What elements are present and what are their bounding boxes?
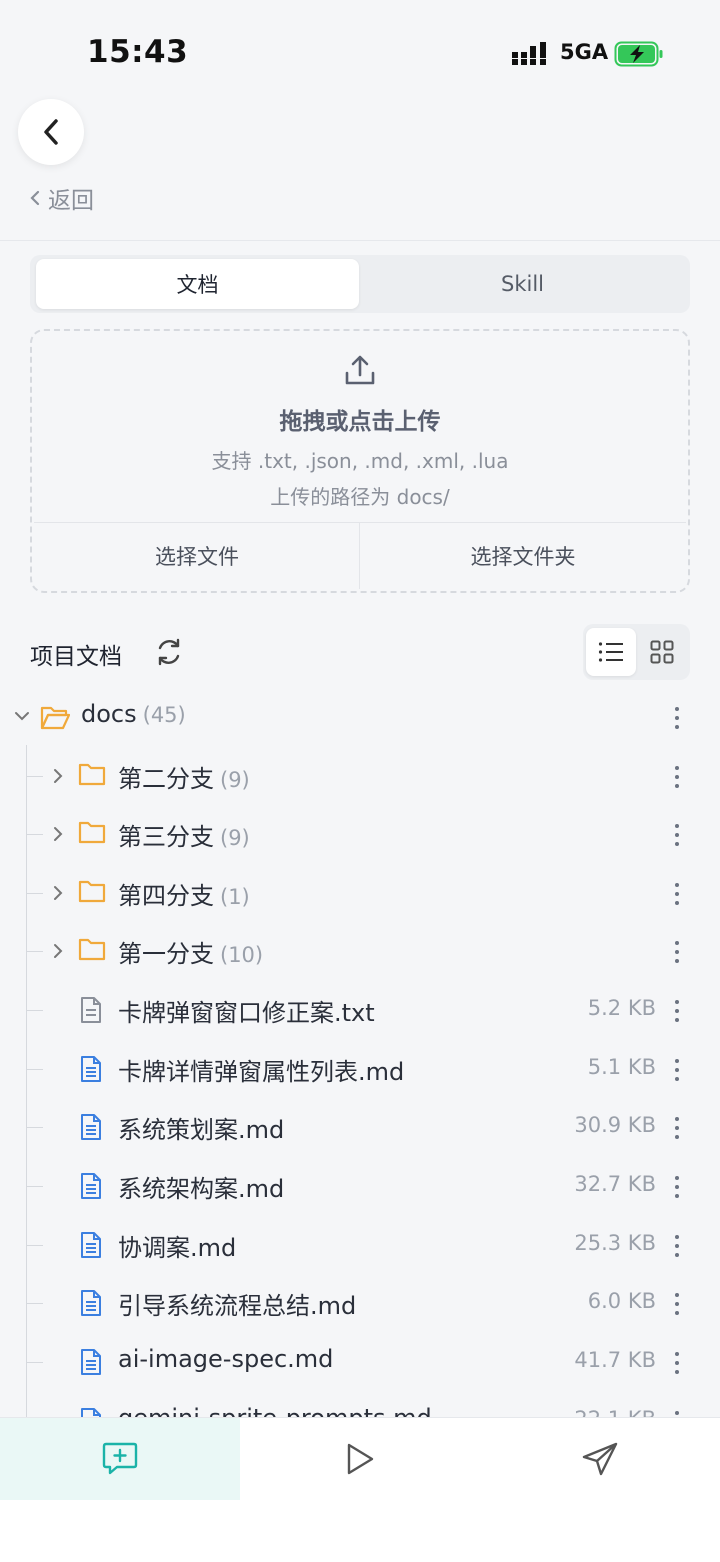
upload-icon bbox=[343, 353, 377, 391]
send-icon bbox=[582, 1442, 618, 1476]
more-options-icon[interactable] bbox=[669, 881, 685, 907]
more-options-icon[interactable] bbox=[669, 705, 685, 731]
folder-icon bbox=[78, 763, 106, 786]
tree-file-row[interactable]: 系统策划案.md 30.9 KB bbox=[0, 1098, 720, 1156]
more-options-icon[interactable] bbox=[669, 939, 685, 965]
folder-icon bbox=[78, 938, 106, 961]
tree-item-name: docs bbox=[81, 700, 137, 728]
tree-item-name: 卡牌弹窗窗口修正案.txt bbox=[118, 999, 375, 1027]
network-label: 5GA bbox=[560, 40, 609, 64]
tree-item-name: 第二分支 bbox=[118, 765, 214, 793]
grid-icon bbox=[650, 640, 674, 664]
chevron-right-icon bbox=[54, 944, 63, 958]
upload-supported-types: 支持 .txt, .json, .md, .xml, .lua bbox=[211, 449, 509, 473]
tree-file-row[interactable]: 卡牌弹窗窗口修正案.txt 5.2 KB bbox=[0, 981, 720, 1039]
refresh-icon[interactable] bbox=[154, 637, 184, 671]
new-chat-button[interactable] bbox=[0, 1418, 240, 1500]
chat-add-icon bbox=[102, 1442, 138, 1475]
upload-path: 上传的路径为 docs/ bbox=[270, 485, 450, 509]
chevron-down-icon bbox=[15, 712, 29, 721]
segmented-tabs: 文档 Skill bbox=[30, 255, 690, 313]
chevron-right-icon bbox=[54, 886, 63, 900]
tree-file-row[interactable]: 卡牌详情弹窗属性列表.md 5.1 KB bbox=[0, 1040, 720, 1098]
tree-item-name: 第三分支 bbox=[118, 823, 214, 851]
more-options-icon[interactable] bbox=[669, 1233, 685, 1259]
tree-item-name: 第一分支 bbox=[118, 940, 214, 968]
tree-item-name: 系统架构案.md bbox=[118, 1175, 285, 1203]
status-time: 15:43 bbox=[87, 34, 189, 70]
back-link-label: 返回 bbox=[48, 188, 94, 214]
tree-item-count: (45) bbox=[142, 703, 186, 727]
send-button[interactable] bbox=[480, 1418, 720, 1500]
tree-root-docs[interactable]: docs (45) bbox=[0, 688, 720, 746]
upload-title: 拖拽或点击上传 bbox=[279, 409, 441, 435]
folder-icon bbox=[78, 880, 106, 903]
file-size: 5.2 KB bbox=[587, 996, 656, 1020]
chevron-left-icon bbox=[44, 119, 58, 145]
tree-item-name: 第四分支 bbox=[118, 882, 214, 910]
back-button[interactable] bbox=[18, 99, 84, 165]
select-folder-button[interactable]: 选择文件夹 bbox=[360, 523, 686, 589]
chevron-left-icon bbox=[30, 190, 40, 206]
tree-item-name: ai-image-spec.md bbox=[118, 1345, 334, 1373]
file-size: 25.3 KB bbox=[574, 1231, 656, 1255]
markdown-file-icon bbox=[81, 1232, 101, 1258]
run-button[interactable] bbox=[240, 1418, 480, 1500]
more-options-icon[interactable] bbox=[669, 1057, 685, 1083]
tab-skill[interactable]: Skill bbox=[361, 259, 684, 309]
more-options-icon[interactable] bbox=[669, 764, 685, 790]
list-view-button[interactable] bbox=[586, 628, 636, 676]
select-file-button[interactable]: 选择文件 bbox=[34, 523, 360, 589]
tab-docs[interactable]: 文档 bbox=[36, 259, 359, 309]
markdown-file-icon bbox=[81, 1114, 101, 1140]
more-options-icon[interactable] bbox=[669, 998, 685, 1024]
chevron-right-icon bbox=[54, 827, 63, 841]
battery-icon bbox=[614, 41, 664, 71]
tree-item-count: (10) bbox=[220, 943, 264, 967]
play-icon bbox=[347, 1443, 374, 1475]
tree-folder-row[interactable]: 第四分支 (1) bbox=[0, 864, 720, 922]
markdown-file-icon bbox=[81, 1173, 101, 1199]
chevron-right-icon bbox=[54, 769, 63, 783]
tree-item-name: 系统策划案.md bbox=[118, 1116, 285, 1144]
file-size: 32.7 KB bbox=[574, 1172, 656, 1196]
more-options-icon[interactable] bbox=[669, 822, 685, 848]
tree-item-name: 卡牌详情弹窗属性列表.md bbox=[118, 1058, 405, 1086]
tree-folder-row[interactable]: 第二分支 (9) bbox=[0, 747, 720, 805]
tree-item-count: (9) bbox=[220, 826, 250, 850]
tree-folder-row[interactable]: 第一分支 (10) bbox=[0, 922, 720, 980]
more-options-icon[interactable] bbox=[669, 1350, 685, 1376]
more-options-icon[interactable] bbox=[669, 1291, 685, 1317]
signal-icon bbox=[512, 42, 550, 70]
tree-file-row[interactable]: ai-image-spec.md 41.7 KB bbox=[0, 1333, 720, 1391]
markdown-file-icon bbox=[81, 1349, 101, 1375]
tree-file-row[interactable]: 协调案.md 25.3 KB bbox=[0, 1216, 720, 1274]
folder-icon bbox=[78, 821, 106, 844]
tree-item-count: (1) bbox=[220, 885, 250, 909]
tree-item-name: 引导系统流程总结.md bbox=[118, 1292, 357, 1320]
file-size: 5.1 KB bbox=[587, 1055, 656, 1079]
markdown-file-icon bbox=[81, 1056, 101, 1082]
header-divider bbox=[0, 240, 720, 241]
more-options-icon[interactable] bbox=[669, 1115, 685, 1141]
tree-file-row[interactable]: 引导系统流程总结.md 6.0 KB bbox=[0, 1274, 720, 1332]
tree-item-count: (9) bbox=[220, 768, 250, 792]
tree-folder-row[interactable]: 第三分支 (9) bbox=[0, 805, 720, 863]
file-size: 6.0 KB bbox=[587, 1289, 656, 1313]
folder-open-icon bbox=[40, 706, 70, 730]
grid-view-button[interactable] bbox=[637, 628, 687, 676]
file-size: 41.7 KB bbox=[574, 1348, 656, 1372]
bottom-nav bbox=[0, 1417, 720, 1562]
list-icon bbox=[598, 642, 623, 662]
project-docs-title: 项目文档 bbox=[30, 644, 122, 670]
markdown-file-icon bbox=[81, 1290, 101, 1316]
back-link[interactable]: 返回 bbox=[30, 181, 94, 215]
view-mode-toggle bbox=[583, 624, 690, 680]
tree-file-row[interactable]: 系统架构案.md 32.7 KB bbox=[0, 1157, 720, 1215]
more-options-icon[interactable] bbox=[669, 1174, 685, 1200]
text-file-icon bbox=[81, 997, 101, 1023]
file-size: 30.9 KB bbox=[574, 1113, 656, 1137]
tree-item-name: 协调案.md bbox=[118, 1234, 237, 1262]
